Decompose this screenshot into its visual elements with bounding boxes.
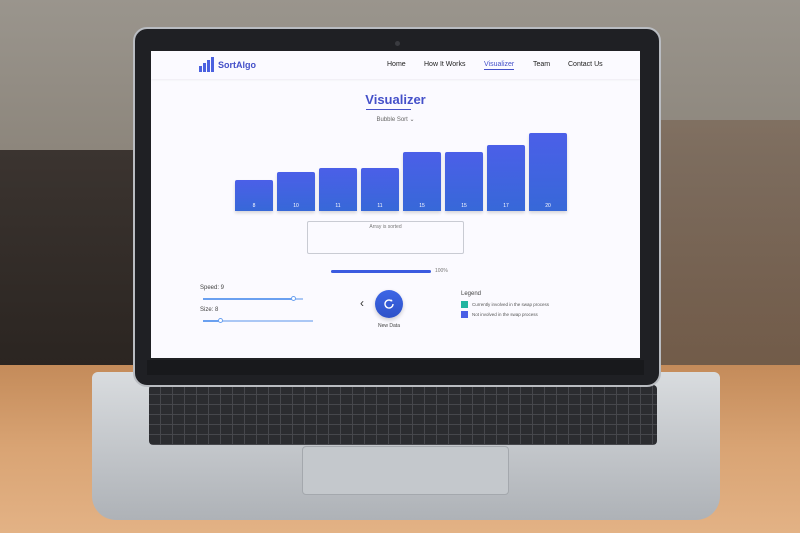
progress-bar: [331, 270, 431, 273]
bar-value-label: 17: [503, 203, 509, 209]
progress-fill: [331, 270, 431, 273]
array-bar: 11: [319, 168, 357, 211]
laptop-keyboard: [149, 385, 657, 445]
page-title: Visualizer: [365, 92, 426, 107]
legend-swatch-teal: [461, 301, 468, 308]
array-bar: 15: [403, 152, 441, 211]
size-slider-handle[interactable]: [217, 318, 223, 323]
array-bar: 8: [235, 180, 273, 211]
array-bars: 8 10 11 11 15 15 17 20: [234, 131, 574, 211]
laptop-screen: SortAlgo Home How It Works Visualizer Te…: [151, 51, 640, 358]
bar-value-label: 10: [293, 203, 299, 209]
laptop-bezel-bottom: [147, 360, 644, 375]
size-slider[interactable]: [203, 318, 313, 323]
legend-item-swapping: Currently involved in the swap process: [461, 301, 549, 308]
bar-value-label: 11: [335, 203, 341, 209]
bar-value-label: 15: [419, 203, 425, 209]
bar-value-label: 15: [461, 203, 467, 209]
legend-swatch-blue: [461, 311, 468, 318]
logo-icon[interactable]: [199, 57, 214, 72]
nav-visualizer[interactable]: Visualizer: [484, 61, 515, 70]
new-data-button[interactable]: [375, 290, 403, 318]
nav-how-it-works[interactable]: How It Works: [424, 61, 466, 68]
bar-value-label: 11: [377, 203, 383, 209]
background-wall: [650, 120, 800, 380]
logo-text[interactable]: SortAlgo: [218, 60, 256, 70]
laptop-trackpad: [302, 446, 509, 495]
nav-team[interactable]: Team: [533, 61, 550, 68]
array-bar: 15: [445, 152, 483, 211]
chevron-down-icon: ⌄: [409, 117, 415, 123]
algorithm-select[interactable]: Bubble Sort ⌄: [151, 116, 640, 123]
title-underline: [366, 109, 411, 110]
speed-slider-handle[interactable]: [291, 296, 296, 301]
array-bar: 17: [487, 145, 525, 211]
speed-slider-fill: [203, 298, 293, 300]
new-data-label: New Data: [378, 323, 400, 329]
webcam: [395, 41, 400, 46]
chevron-left-icon[interactable]: ‹: [360, 296, 364, 310]
nav-contact-us[interactable]: Contact Us: [568, 61, 603, 68]
array-bar: 10: [277, 172, 315, 211]
array-bar: 11: [361, 168, 399, 211]
status-box: Array is sorted: [307, 221, 464, 254]
background-shelf: [0, 150, 140, 380]
refresh-icon: [384, 299, 394, 309]
legend-label: Not involved in the swap process: [472, 312, 538, 317]
speed-slider[interactable]: [203, 296, 303, 301]
legend-item-idle: Not involved in the swap process: [461, 311, 538, 318]
status-message: Array is sorted: [369, 224, 402, 230]
array-bar: 20: [529, 133, 567, 211]
algorithm-value: Bubble Sort: [376, 117, 408, 123]
legend-title: Legend: [461, 291, 482, 297]
legend-label: Currently involved in the swap process: [472, 302, 550, 307]
speed-label: Speed: 9: [200, 285, 225, 291]
progress-text: 100%: [435, 268, 448, 274]
navbar: SortAlgo Home How It Works Visualizer Te…: [151, 51, 640, 79]
size-label: Size: 8: [200, 307, 219, 313]
bar-value-label: 20: [545, 203, 551, 209]
bar-value-label: 8: [252, 203, 256, 209]
nav-home[interactable]: Home: [387, 61, 406, 68]
